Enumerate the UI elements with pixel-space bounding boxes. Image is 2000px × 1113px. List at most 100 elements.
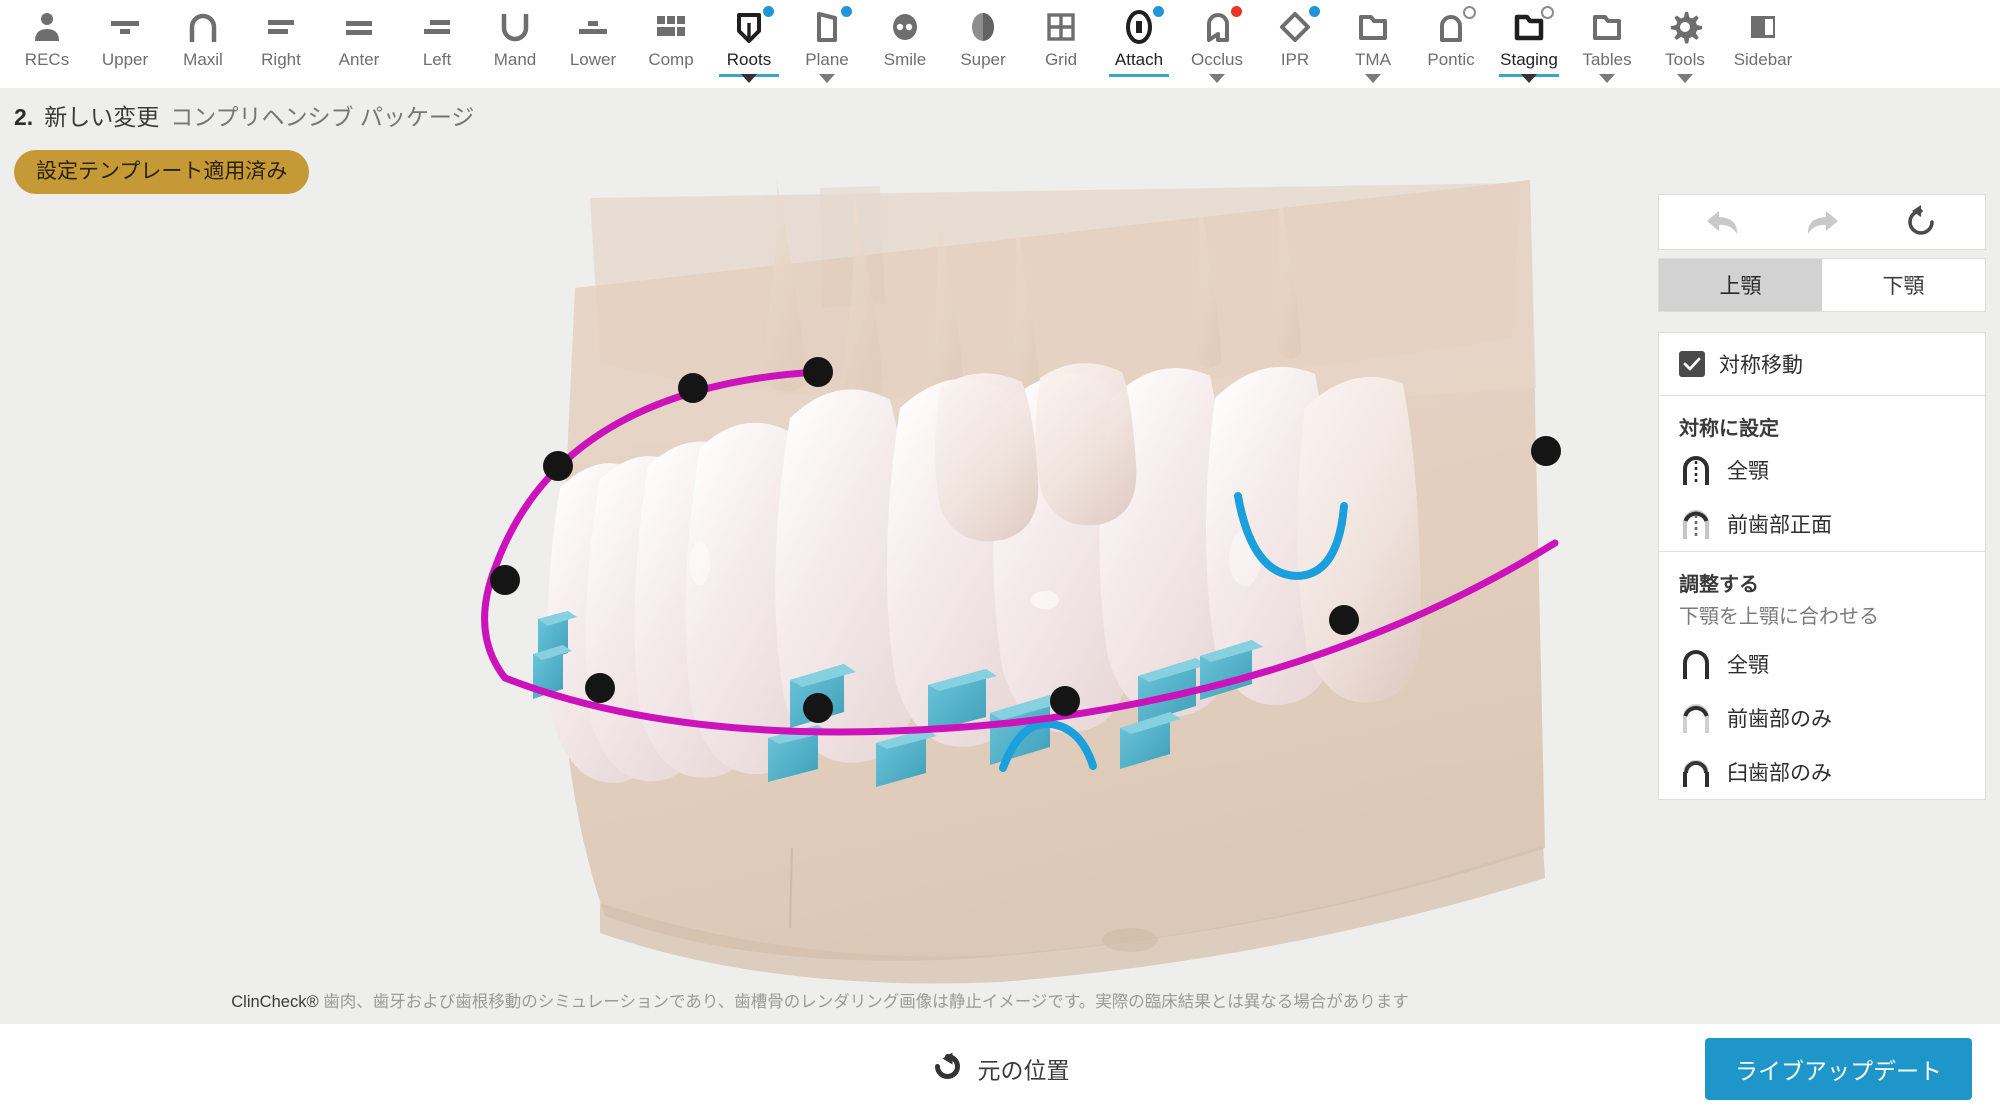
toolbar-item-label: Left: [422, 50, 452, 69]
adjust-anterior-only[interactable]: 前歯部のみ: [1659, 691, 1985, 745]
toolbar-item-pontic[interactable]: Pontic: [1412, 0, 1490, 88]
toolbar-item-super[interactable]: Super: [944, 0, 1022, 88]
arch-full-icon: [1679, 647, 1713, 681]
undo-icon[interactable]: [1691, 200, 1755, 244]
package-label: コンプリヘンシブ パッケージ: [170, 104, 475, 130]
set-symmetric-full-arch-label: 全顎: [1727, 460, 1769, 483]
main-toolbar: RECs Upper Maxil Right Anter Left Mand Lower Com…: [0, 0, 2000, 88]
toolbar-item-label: Roots: [726, 50, 772, 69]
sidebar-icon: [1746, 6, 1780, 48]
toolbar-item-recs[interactable]: RECs: [8, 0, 86, 88]
chevron-down-icon[interactable]: [741, 74, 757, 83]
tab-lower-arch[interactable]: 下顎: [1822, 259, 1985, 311]
grid-icon: [1044, 6, 1078, 48]
viewport-stage: 2. 新しい変更 コンプリヘンシブ パッケージ 設定テンプレート適用済み Cli…: [0, 88, 2000, 1024]
staging-options-panel: 対称移動 対称に設定 全顎 前歯部正面 調整する 下顎を上顎に合わせる 全顎 前…: [1658, 332, 1986, 800]
symmetric-move-row[interactable]: 対称移動: [1659, 333, 1985, 395]
toolbar-item-tma[interactable]: TMA: [1334, 0, 1412, 88]
chevron-down-icon[interactable]: [1599, 74, 1615, 83]
toolbar-item-roots[interactable]: Roots: [710, 0, 788, 88]
toolbar-item-upper[interactable]: Upper: [86, 0, 164, 88]
toolbar-item-label: Plane: [805, 50, 849, 69]
disclaimer-text: ClinCheck® 歯肉、歯牙および歯根移動のシミュレーションであり、歯槽骨の…: [0, 988, 1640, 1012]
adjust-full-arch[interactable]: 全顎: [1659, 637, 1985, 691]
toolbar-item-sidebar[interactable]: Sidebar: [1724, 0, 1802, 88]
toolbar-item-label: Occlus: [1191, 50, 1243, 69]
adjust-title: 調整する: [1679, 574, 1759, 596]
person-icon: [30, 6, 64, 48]
tab-upper-arch[interactable]: 上顎: [1659, 259, 1822, 311]
smile-icon: [888, 6, 922, 48]
adjust-posterior-only[interactable]: 臼歯部のみ: [1659, 745, 1985, 799]
attachment-icon: [1125, 6, 1153, 48]
reset-position-button[interactable]: 元の位置: [931, 1051, 1070, 1086]
reset-position-label: 元の位置: [977, 1057, 1070, 1084]
toolbar-item-label: Grid: [1044, 50, 1078, 69]
live-update-button[interactable]: ライブアップデート: [1705, 1037, 1972, 1100]
toolbar-item-label: Maxil: [183, 50, 223, 69]
badge-ring-icon: [1463, 6, 1476, 19]
symmetric-move-checkbox[interactable]: [1679, 351, 1705, 377]
active-underline: [1109, 74, 1169, 77]
clincheck-app: RECs Upper Maxil Right Anter Left Mand Lower Com…: [0, 0, 2000, 1113]
redo-icon[interactable]: [1790, 200, 1854, 244]
toolbar-item-label: RECs: [24, 50, 70, 69]
tma-folder-icon: [1356, 6, 1390, 48]
toolbar-item-label: Right: [261, 50, 301, 69]
toolbar-item-staging[interactable]: Staging: [1490, 0, 1568, 88]
badge-blue-icon: [763, 6, 774, 17]
toolbar-item-right[interactable]: Right: [242, 0, 320, 88]
maxillary-arch-icon: [183, 6, 223, 48]
history-toolbar: [1658, 194, 1986, 250]
clincheck-brand: ClinCheck®: [231, 993, 319, 1011]
toolbar-item-comp[interactable]: Comp: [632, 0, 710, 88]
toolbar-item-plane[interactable]: Plane: [788, 0, 866, 88]
toolbar-item-occlus[interactable]: Occlus: [1178, 0, 1256, 88]
staging-sidebar: 上顎 下顎 対称移動 対称に設定 全顎 前歯部正面 調整する 下顎を上顎に合わせ…: [1644, 176, 2000, 1024]
toolbar-item-label: Pontic: [1427, 50, 1475, 69]
template-applied-badge[interactable]: 設定テンプレート適用済み: [14, 150, 310, 194]
chevron-down-icon[interactable]: [1209, 74, 1225, 83]
chevron-down-icon[interactable]: [1677, 74, 1693, 83]
change-label: 新しい変更: [44, 104, 160, 130]
chevron-down-icon[interactable]: [1521, 74, 1537, 83]
toolbar-item-tools[interactable]: Tools: [1646, 0, 1724, 88]
toolbar-item-lower[interactable]: Lower: [554, 0, 632, 88]
toolbar-item-label: Comp: [648, 50, 694, 69]
superimposition-icon: [968, 6, 998, 48]
chevron-down-icon[interactable]: [1365, 74, 1381, 83]
set-symmetric-full-arch[interactable]: 全顎: [1659, 443, 1985, 497]
reset-position-icon: [931, 1051, 965, 1086]
toolbar-item-mand[interactable]: Mand: [476, 0, 554, 88]
tables-folder-icon: [1590, 6, 1624, 48]
symmetric-move-label: 対称移動: [1719, 354, 1803, 377]
toolbar-item-left[interactable]: Left: [398, 0, 476, 88]
toolbar-item-anter[interactable]: Anter: [320, 0, 398, 88]
anterior-view-icon: [339, 6, 379, 48]
toolbar-item-tables[interactable]: Tables: [1568, 0, 1646, 88]
bottom-bar: 元の位置 ライブアップデート: [0, 1024, 2000, 1113]
arch-full-dashed-icon: [1679, 453, 1713, 487]
toolbar-item-grid[interactable]: Grid: [1022, 0, 1100, 88]
toolbar-item-label: Tables: [1582, 50, 1632, 69]
set-symmetric-header: 対称に設定: [1659, 396, 1985, 443]
gear-icon: [1668, 6, 1702, 48]
toolbar-item-label: Upper: [101, 50, 149, 69]
toolbar-item-label: IPR: [1280, 50, 1310, 69]
toolbar-item-smile[interactable]: Smile: [866, 0, 944, 88]
toolbar-item-maxil[interactable]: Maxil: [164, 0, 242, 88]
chevron-down-icon[interactable]: [819, 74, 835, 83]
arch-posterior-icon: [1679, 755, 1713, 789]
reset-icon[interactable]: [1889, 200, 1953, 244]
badge-blue-icon: [1309, 6, 1320, 17]
toolbar-item-label: Anter: [338, 50, 380, 69]
arch-tab-group: 上顎 下顎: [1658, 258, 1986, 312]
plane-icon: [811, 6, 843, 48]
toolbar-item-ipr[interactable]: IPR: [1256, 0, 1334, 88]
set-symmetric-anterior[interactable]: 前歯部正面: [1659, 497, 1985, 551]
ipr-diamond-icon: [1278, 6, 1312, 48]
roots-icon: [731, 6, 767, 48]
change-number: 2.: [14, 104, 34, 130]
set-symmetric-title: 対称に設定: [1679, 418, 1779, 440]
toolbar-item-attach[interactable]: Attach: [1100, 0, 1178, 88]
